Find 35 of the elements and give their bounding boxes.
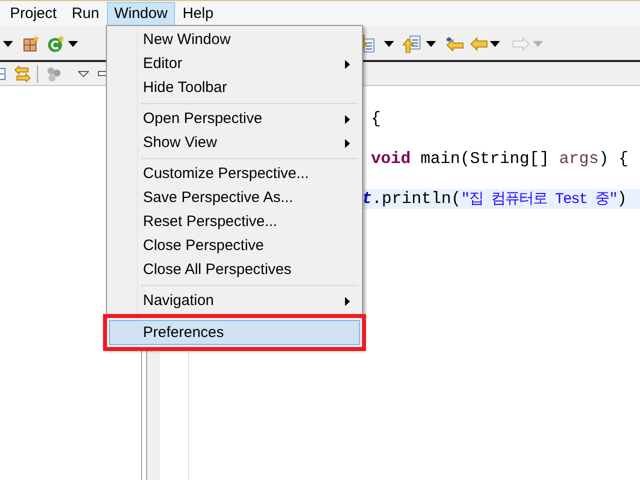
submenu-arrow-icon [345,296,350,306]
menu-item[interactable]: Reset Perspective... [109,210,360,234]
collapse-icon[interactable] [0,68,6,80]
submenu-arrow-icon [345,60,350,68]
submenu-arrow-icon [345,138,350,148]
menu-item[interactable]: Run [64,2,106,26]
link-arrows-icon[interactable] [14,66,31,82]
menu-item[interactable]: Open Perspective [109,107,360,131]
submenu-arrow-icon [345,114,350,124]
caret-icon[interactable] [68,41,78,47]
code-line: void main(String[] args) { [371,149,630,169]
menu-item[interactable]: Window [107,2,175,26]
menu-item[interactable]: Customize Perspective... [109,162,360,186]
menu-item[interactable]: New Window [109,28,360,52]
menu-item[interactable]: Navigation [109,289,360,313]
menu-item[interactable]: Close Perspective [109,234,360,258]
menu-item[interactable]: Show View [109,131,360,155]
menu-item[interactable]: Project [3,2,64,26]
menu-item[interactable]: Hide Toolbar [109,76,360,100]
caret-icon[interactable] [490,41,500,47]
caret-icon[interactable] [384,41,394,47]
code-line: { [371,109,382,129]
package-icon[interactable] [22,35,40,53]
arrow-up-document-icon[interactable] [403,35,421,53]
menu-item[interactable]: Close All Perspectives [109,258,360,282]
menu-item[interactable]: Save Perspective As... [109,186,360,210]
back-arrow-star-icon[interactable] [446,37,464,51]
minimize-icon[interactable] [98,71,106,76]
menu-item[interactable]: Help [176,2,220,26]
menu-item[interactable]: Preferences [109,320,360,345]
caret-icon[interactable] [426,41,436,47]
caret-icon[interactable] [3,41,13,47]
class-icon[interactable] [47,35,65,53]
view-menu-icon[interactable] [78,71,89,77]
menu-item[interactable]: Editor [109,52,360,76]
